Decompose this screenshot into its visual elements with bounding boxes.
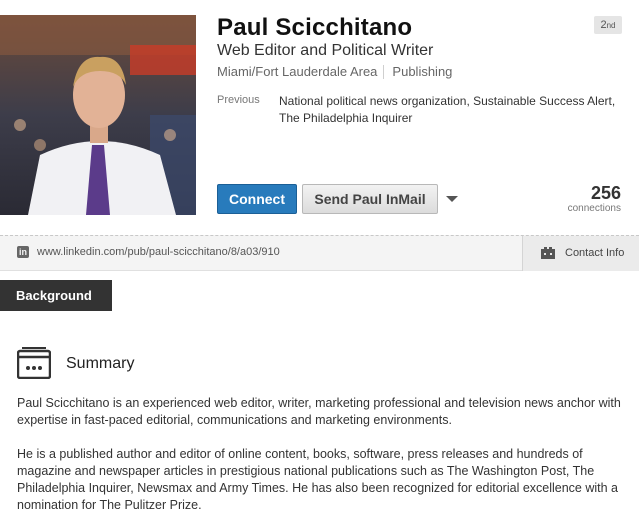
divider <box>383 64 385 79</box>
summary-heading: Summary <box>66 355 135 372</box>
summary-folder-icon <box>17 347 51 379</box>
profile-name: Paul Scicchitano <box>217 14 413 41</box>
profile-photo <box>0 15 196 215</box>
contact-info-label: Contact Info <box>565 247 625 259</box>
location-link[interactable]: Miami/Fort Lauderdale Area <box>217 64 377 79</box>
profile-headline: Web Editor and Political Writer <box>217 42 434 59</box>
send-inmail-button[interactable]: Send Paul InMail <box>302 184 438 214</box>
location-industry-row: Miami/Fort Lauderdale Area Publishing <box>217 64 452 79</box>
address-book-icon <box>541 247 555 259</box>
industry-link[interactable]: Publishing <box>392 64 452 79</box>
degree-suffix: nd <box>606 21 616 30</box>
connect-button[interactable]: Connect <box>217 184 297 214</box>
connections-count: 256 <box>590 183 621 203</box>
connection-degree-badge: 2nd <box>594 16 622 34</box>
previous-label: Previous <box>217 94 260 106</box>
background-section-tab: Background <box>0 280 112 311</box>
chevron-down-icon[interactable] <box>446 196 458 202</box>
previous-positions: National political news organization, Su… <box>279 94 616 125</box>
public-profile-url-bar: in www.linkedin.com/pub/paul-scicchitano… <box>0 235 639 271</box>
linkedin-icon: in <box>17 246 29 258</box>
public-profile-url[interactable]: www.linkedin.com/pub/paul-scicchitano/8/… <box>37 246 280 258</box>
summary-paragraph: Paul Scicchitano is an experienced web e… <box>17 396 621 427</box>
connections-label: connections <box>567 203 621 214</box>
summary-paragraph: He is a published author and editor of o… <box>17 447 619 512</box>
contact-info-button[interactable]: Contact Info <box>522 236 639 271</box>
